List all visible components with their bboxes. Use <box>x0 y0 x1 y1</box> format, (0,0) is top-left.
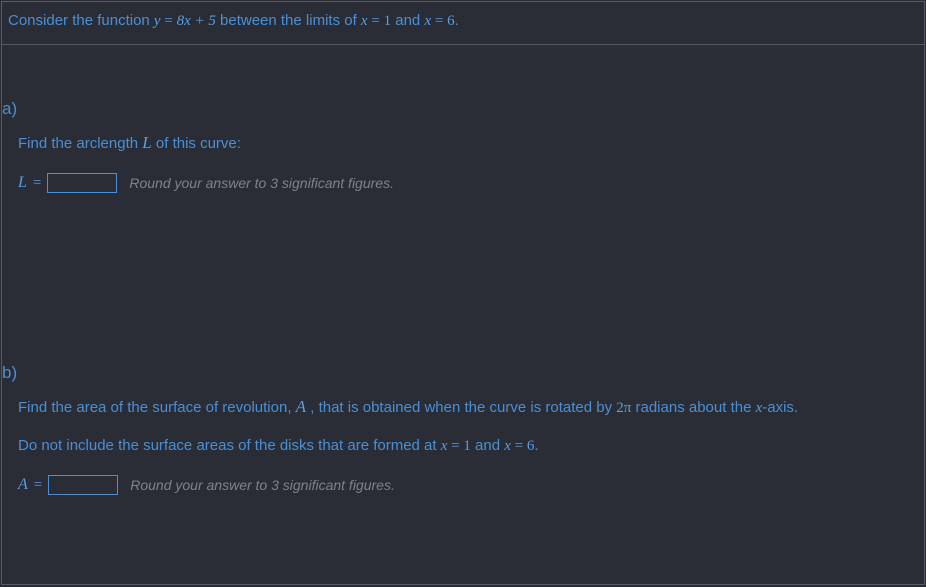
part-a-prompt-post: of this curve: <box>152 135 241 152</box>
intro-text-pre: Consider the function <box>8 12 154 29</box>
intro-lim2-eq: = <box>431 13 447 29</box>
intro-fn-lhs: y <box>154 13 161 29</box>
intro-lim1-eq: = <box>368 13 384 29</box>
part-b-answer-input[interactable] <box>48 475 118 495</box>
part-b-hint: Round your answer to 3 significant figur… <box>130 477 395 493</box>
part-b-line1: Find the area of the surface of revoluti… <box>2 397 924 417</box>
intro-fn-eq: = <box>161 13 177 29</box>
part-b-eq: = <box>34 477 42 494</box>
question-intro: Consider the function y = 8x + 5 between… <box>2 2 924 45</box>
intro-text-and: and <box>391 12 424 29</box>
part-a-hint: Round your answer to 3 significant figur… <box>129 175 394 191</box>
part-b-label: b) <box>2 363 924 383</box>
part-b: b) Find the area of the surface of revol… <box>2 363 924 495</box>
part-a-prompt: Find the arclength L of this curve: <box>2 133 924 153</box>
part-a-label: a) <box>2 99 924 119</box>
part-b-l1-mid: , that is obtained when the curve is rot… <box>306 399 616 416</box>
part-b-l1-2pi: 2π <box>616 400 631 416</box>
part-a-prompt-L: L <box>142 133 151 152</box>
part-b-line2: Do not include the surface areas of the … <box>2 437 924 455</box>
part-b-l1-pre: Find the area of the surface of revoluti… <box>18 399 296 416</box>
part-b-l2-and: and <box>471 437 504 454</box>
intro-fn-rhs: 8x + 5 <box>177 13 216 29</box>
part-b-l2-eq1: = <box>447 438 463 454</box>
part-b-l2-eq2: = <box>511 438 527 454</box>
part-b-l2-pre: Do not include the surface areas of the … <box>18 437 441 454</box>
part-b-l2-end: . <box>534 437 538 454</box>
part-a-prompt-pre: Find the arclength <box>18 135 142 152</box>
intro-lim2-val: 6 <box>447 13 455 29</box>
part-b-answer-row: A = Round your answer to 3 significant f… <box>2 475 924 495</box>
part-b-l2-x2: x <box>504 438 511 454</box>
part-b-l2-v1: 1 <box>463 438 471 454</box>
part-b-var: A <box>18 476 28 494</box>
intro-lim1-var: x <box>361 13 368 29</box>
intro-lim1-val: 1 <box>384 13 392 29</box>
part-a-answer-row: L = Round your answer to 3 significant f… <box>2 173 924 193</box>
part-a-var: L <box>18 174 27 192</box>
part-a-eq: = <box>33 175 41 192</box>
part-a-answer-input[interactable] <box>47 173 117 193</box>
question-container: Consider the function y = 8x + 5 between… <box>1 1 925 585</box>
part-a: a) Find the arclength L of this curve: L… <box>2 45 924 193</box>
intro-text-end: . <box>455 12 459 29</box>
part-b-l1-post: -axis. <box>762 399 798 416</box>
part-b-l1-A: A <box>296 397 306 416</box>
part-b-l1-mid2: radians about the <box>631 399 755 416</box>
intro-text-mid: between the limits of <box>216 12 361 29</box>
